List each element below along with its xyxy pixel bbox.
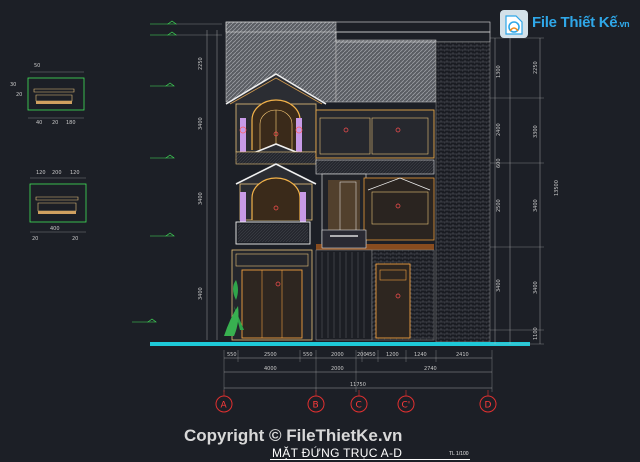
detail2-dim: 20 xyxy=(32,236,38,242)
detail1-dim: 20 xyxy=(16,92,22,98)
detail2-dim: 120 xyxy=(70,170,80,176)
ground-floor-right xyxy=(315,249,435,341)
logo-main: File Thiết Kế xyxy=(532,14,618,31)
left-tower xyxy=(225,73,327,245)
bottom-dim: 4000 xyxy=(264,366,277,372)
left-dim-chain: 2250 3400 3400 3400 xyxy=(198,30,218,340)
right-total-dim: 13500 xyxy=(554,180,560,196)
right-inner-dim: 3400 xyxy=(496,279,502,292)
bottom-dim: 1200 xyxy=(386,352,399,358)
detail2-dim: 400 xyxy=(50,226,60,232)
detail2-dim: 120 xyxy=(36,170,46,176)
right-inner-dim: 600 xyxy=(496,158,502,168)
bottom-dim: 2740 xyxy=(424,366,437,372)
logo-suffix: .vn xyxy=(617,19,630,29)
axis-label: B xyxy=(313,401,319,411)
bottom-dims: 550 2500 550 2000 200 450 1200 1240 2410… xyxy=(223,350,493,392)
bottom-dim: 2000 xyxy=(331,366,344,372)
svg-text:2250: 2250 xyxy=(198,57,204,70)
axis-markers: A B C C' D xyxy=(215,390,497,413)
detail1-dim: 180 xyxy=(66,120,76,126)
detail2-dim: 20 xyxy=(72,236,78,242)
right-inner-dim: 1300 xyxy=(496,65,502,78)
bottom-total-dim: 11750 xyxy=(350,382,366,388)
bottom-dim: 2000 xyxy=(331,352,344,358)
detail1-dim: 50 xyxy=(34,63,40,69)
right-inner-dim: 2400 xyxy=(496,123,502,136)
ground-line xyxy=(150,342,530,346)
svg-text:3400: 3400 xyxy=(198,287,204,300)
ground-floor-left xyxy=(224,249,313,341)
middle-block xyxy=(315,109,435,250)
copyright-watermark: Copyright © FileThietKe.vn xyxy=(184,426,403,445)
right-inner-dim: 2500 xyxy=(496,199,502,212)
right-outer-dim: 1100 xyxy=(533,327,539,340)
drawing-scale: TL 1/100 xyxy=(449,451,469,457)
axis-label: C' xyxy=(402,401,411,411)
bottom-dim: 450 xyxy=(366,352,376,358)
bottom-dim: 2500 xyxy=(264,352,277,358)
right-outer-dim: 3400 xyxy=(533,199,539,212)
right-dim-chains: 1300 2400 600 2500 3400 2250 3300 3400 3… xyxy=(490,37,560,345)
bottom-dim: 2410 xyxy=(456,352,469,358)
detail-1: 50 30 20 40 20 180 xyxy=(10,63,85,126)
cad-drawing-canvas: 50 30 20 40 20 180 120 200 120 20 400 20 xyxy=(0,0,640,462)
axis-label: D xyxy=(485,401,492,411)
axis-label: C xyxy=(356,401,362,411)
logo-text: File Thiết Kế.vn xyxy=(532,14,630,31)
bottom-dim: 1240 xyxy=(414,352,427,358)
detail2-dim: 200 xyxy=(52,170,62,176)
elevation-drawing: 50 30 20 40 20 180 120 200 120 20 400 20 xyxy=(10,20,560,413)
drawing-title: MẶT ĐỨNG TRỤC A-D xyxy=(272,446,403,460)
right-outer-dim: 2250 xyxy=(533,61,539,74)
svg-text:3400: 3400 xyxy=(198,117,204,130)
detail1-dim: 20 xyxy=(52,120,58,126)
level-markers-left xyxy=(132,20,222,323)
svg-text:3400: 3400 xyxy=(198,192,204,205)
bottom-dim: 550 xyxy=(227,352,237,358)
right-outer-dim: 3400 xyxy=(533,281,539,294)
title-underline xyxy=(270,459,470,460)
axis-label: A xyxy=(221,401,228,411)
detail-2: 120 200 120 20 400 20 xyxy=(29,170,87,242)
bottom-dim: 550 xyxy=(303,352,313,358)
right-outer-dim: 3300 xyxy=(533,125,539,138)
detail1-dim: 30 xyxy=(10,82,16,88)
detail1-dim: 40 xyxy=(36,120,42,126)
